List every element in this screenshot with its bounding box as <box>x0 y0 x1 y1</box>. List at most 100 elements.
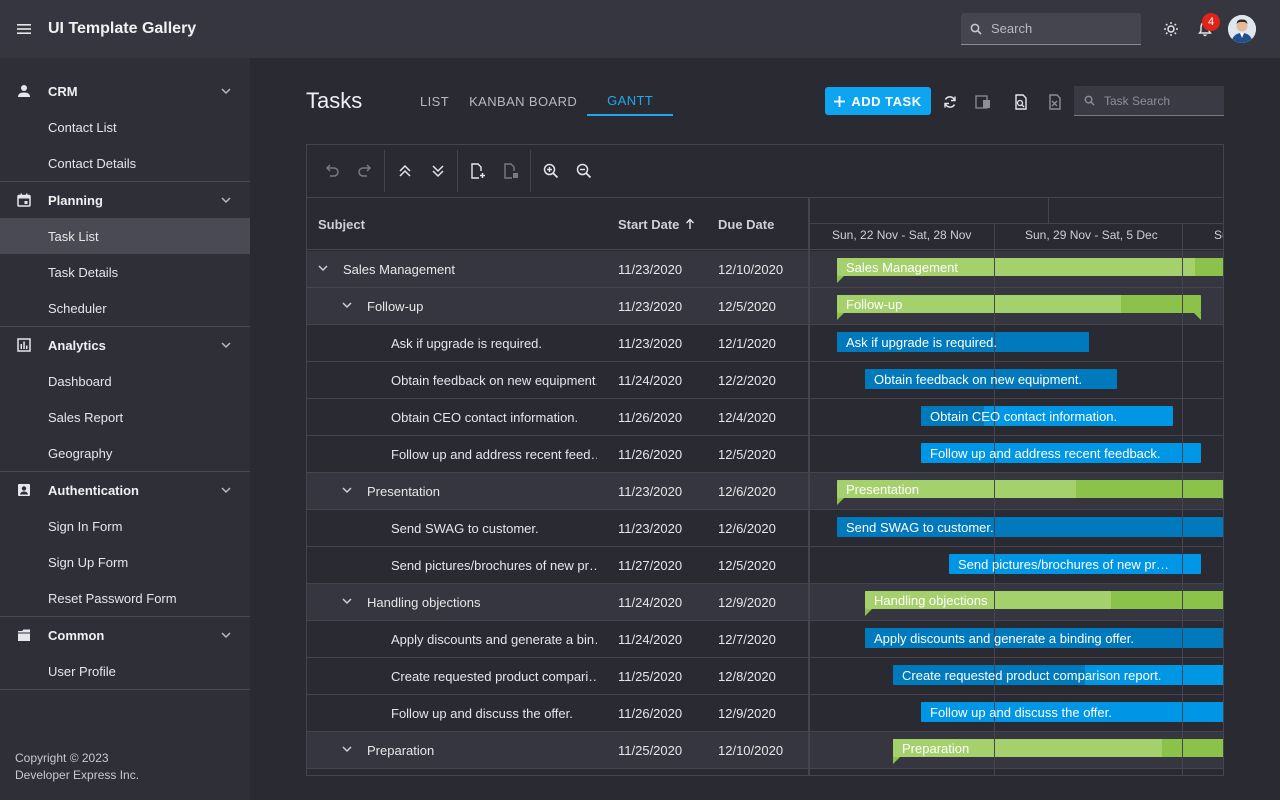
expand-toggle[interactable] <box>341 299 353 311</box>
task-row[interactable]: Follow up and discuss the offer. 11/26/20… <box>307 695 1223 732</box>
expand-toggle[interactable] <box>341 595 353 607</box>
task-bar-label: Handling objections <box>874 592 988 608</box>
expand-toggle[interactable] <box>317 262 329 274</box>
tab-gantt[interactable]: GANTT <box>587 86 674 116</box>
sidebar-item-sign-in-form[interactable]: Sign In Form <box>0 508 250 544</box>
summary-bar-sales-management[interactable]: Sales Management <box>837 258 1223 276</box>
task-row[interactable]: Follow up and address recent feed… 11/26/… <box>307 436 1223 473</box>
sidebar-item-user-profile[interactable]: User Profile <box>0 653 250 689</box>
grid-timeline-splitter[interactable] <box>808 198 810 775</box>
sidebar-item-geography[interactable]: Geography <box>0 435 250 471</box>
task-due-date: 12/5/2020 <box>718 557 776 573</box>
refresh-button[interactable] <box>938 90 962 114</box>
expand-toggle[interactable] <box>341 743 353 755</box>
column-header-due-date[interactable]: Due Date <box>718 198 774 250</box>
nav-group-header-common[interactable]: Common <box>0 617 250 653</box>
task-bar-ask-if-upgrade-is-required[interactable]: Ask if upgrade is required. <box>837 332 1089 352</box>
task-row[interactable]: Send pictures/brochures of new pr… 11/27/… <box>307 547 1223 584</box>
task-group-row[interactable]: Sales Management 11/23/2020 12/10/2020 Sale… <box>307 251 1223 288</box>
sidebar-item-dashboard[interactable]: Dashboard <box>0 363 250 399</box>
task-search-input[interactable] <box>1104 93 1214 108</box>
task-group-row[interactable]: Presentation 11/23/2020 12/6/2020 Presentat… <box>307 473 1223 510</box>
add-task-toolbar-button[interactable] <box>461 155 494 188</box>
nav-group-header-authentication[interactable]: Authentication <box>0 472 250 508</box>
task-bar-obtain-ceo-contact-information[interactable]: Obtain CEO contact information. <box>921 406 1173 426</box>
delete-task-button[interactable] <box>494 155 527 188</box>
task-row[interactable]: Obtain feedback on new equipment. 11/24/2… <box>307 362 1223 399</box>
task-bar-follow-up-and-discuss-the-offe[interactable]: Follow up and discuss the offer. <box>921 702 1223 722</box>
global-search[interactable] <box>961 13 1141 45</box>
task-due-date: 12/1/2020 <box>718 335 776 351</box>
collapse-all-button[interactable] <box>388 155 421 188</box>
zoom-in-icon <box>543 163 558 179</box>
task-group-row[interactable]: Follow-up 11/23/2020 12/5/2020 Follow-up <box>307 288 1223 325</box>
task-group-row[interactable]: Handling objections 11/24/2020 12/9/2020 Ha… <box>307 584 1223 621</box>
task-row[interactable]: Send SWAG to customer. 11/23/2020 12/6/202… <box>307 510 1223 547</box>
task-bar-apply-discounts-and-generate-a[interactable]: Apply discounts and generate a binding o… <box>865 628 1223 648</box>
task-row[interactable]: Obtain CEO contact information. 11/26/202… <box>307 399 1223 436</box>
sidebar-item-contact-details[interactable]: Contact Details <box>0 145 250 181</box>
sidebar-item-sign-up-form[interactable]: Sign Up Form <box>0 544 250 580</box>
add-task-label: ADD TASK <box>851 93 922 109</box>
sidebar-item-sales-report[interactable]: Sales Report <box>0 399 250 435</box>
task-row[interactable]: Apply discounts and generate a bin… 11/24… <box>307 621 1223 658</box>
redo-button[interactable] <box>348 155 381 188</box>
sidebar-item-scheduler[interactable]: Scheduler <box>0 290 250 326</box>
nav-group-header-planning[interactable]: Planning <box>0 182 250 218</box>
task-subject: Obtain feedback on new equipment. <box>391 372 597 388</box>
task-row[interactable]: Ask if upgrade is required. 11/23/2020 12/… <box>307 325 1223 362</box>
nav-group-header-crm[interactable]: CRM <box>0 73 250 109</box>
summary-bar-handling-objections[interactable]: Handling objections <box>865 591 1223 609</box>
export-pdf-button[interactable] <box>1009 90 1033 114</box>
app-title: UI Template Gallery <box>48 20 197 37</box>
zoom-out-button[interactable] <box>567 155 600 188</box>
summary-bar-presentation[interactable]: Presentation <box>837 480 1223 498</box>
tab-list[interactable]: LIST <box>410 86 459 116</box>
column-header-subject[interactable]: Subject <box>318 198 365 250</box>
avatar[interactable] <box>1228 15 1256 43</box>
tab-kanban-board[interactable]: KANBAN BOARD <box>459 86 587 116</box>
zoom-in-button[interactable] <box>534 155 567 188</box>
summary-bar-start-tick <box>893 757 900 764</box>
task-subject: Sales Management <box>343 261 456 277</box>
task-start-date: 11/26/2020 <box>618 705 683 721</box>
task-bar-obtain-feedback-on-new-equipme[interactable]: Obtain feedback on new equipment. <box>865 369 1117 389</box>
column-chooser-button[interactable] <box>971 90 995 114</box>
sidebar-item-reset-password-form[interactable]: Reset Password Form <box>0 580 250 616</box>
sidebar: CRM Contact List Contact Details Plannin… <box>0 58 250 800</box>
task-subject: Obtain CEO contact information. <box>391 409 579 425</box>
summary-bar-preparation[interactable]: Preparation <box>893 739 1223 757</box>
theme-toggle-button[interactable] <box>1159 17 1183 41</box>
task-row[interactable]: Create requested product compari… 11/25/2… <box>307 658 1223 695</box>
nav-group-authentication: Authentication Sign In Form Sign Up Form… <box>0 472 250 617</box>
sidebar-item-task-details[interactable]: Task Details <box>0 254 250 290</box>
task-subject: Apply discounts and generate a bin… <box>391 631 597 647</box>
export-excel-button[interactable] <box>1043 90 1067 114</box>
task-start-date: 11/23/2020 <box>618 261 683 277</box>
menu-button[interactable] <box>0 0 48 58</box>
task-group-row[interactable]: Preparation 11/25/2020 12/10/2020 Preparati… <box>307 732 1223 769</box>
add-task-button[interactable]: ADD TASK <box>825 87 931 115</box>
task-subject: Follow up and discuss the offer. <box>391 705 573 721</box>
task-bar-follow-up-and-address-recent-f[interactable]: Follow up and address recent feedback. <box>921 443 1201 463</box>
expand-toggle[interactable] <box>341 484 353 496</box>
nav-group-label: Authentication <box>48 482 139 498</box>
summary-bar-follow-up[interactable]: Follow-up <box>837 295 1201 313</box>
timeline-week-label: Sun, 22 Nov - Sat, 28 Nov <box>832 228 972 242</box>
nav-group-header-analytics[interactable]: Analytics <box>0 327 250 363</box>
undo-button[interactable] <box>315 155 348 188</box>
task-start-date: 11/24/2020 <box>618 594 683 610</box>
sidebar-item-contact-list[interactable]: Contact List <box>0 109 250 145</box>
task-due-date: 12/8/2020 <box>718 668 776 684</box>
task-bar-send-pictures-brochures-of-new[interactable]: Send pictures/brochures of new pr… <box>949 554 1201 574</box>
chevron-down-icon <box>221 88 231 95</box>
column-header-start-date[interactable]: Start Date <box>618 198 695 250</box>
task-bar-send-swag-to-customer[interactable]: Send SWAG to customer. <box>837 517 1223 537</box>
task-bar-create-requested-product-compa[interactable]: Create requested product comparison repo… <box>893 665 1223 685</box>
sidebar-item-task-list[interactable]: Task List <box>0 218 250 254</box>
global-search-input[interactable] <box>991 21 1131 36</box>
task-start-date: 11/25/2020 <box>618 668 683 684</box>
task-search[interactable] <box>1074 86 1224 116</box>
task-subject: Preparation <box>367 742 435 758</box>
expand-all-button[interactable] <box>421 155 454 188</box>
